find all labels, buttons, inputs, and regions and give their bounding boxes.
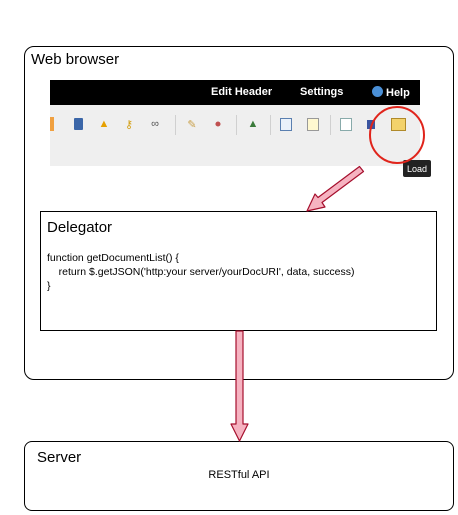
- arrow-delegator-to-server: [230, 330, 249, 442]
- load-highlight-circle: [369, 106, 425, 164]
- diagram-overlay: [230, 106, 425, 442]
- arrow-load-to-delegator: [306, 165, 365, 212]
